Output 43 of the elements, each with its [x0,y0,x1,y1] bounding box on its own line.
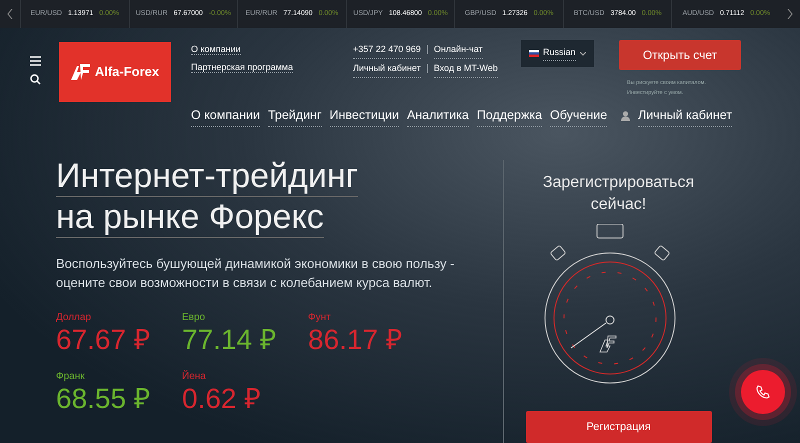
top-link[interactable]: О компании [191,44,241,55]
open-account-button[interactable]: Открыть счет [619,40,741,70]
nav-link[interactable]: Трейдинг [268,106,322,127]
search-icon[interactable] [30,74,41,85]
menu-icon[interactable] [30,56,41,66]
contact-link[interactable]: Личный кабинет [353,59,421,78]
rate-value: 68.55 ₽ [56,384,151,414]
flag-icon [529,50,539,57]
register-heading: Зарегистрироваться сейчас! [542,173,696,215]
rate-value: 67.67 ₽ [56,325,151,355]
rate-value: 0.62 ₽ [182,384,262,414]
nav-link[interactable]: О компании [191,106,260,127]
caret-icon [580,52,586,56]
call-button[interactable] [741,370,785,414]
chevron-left-icon[interactable] [7,9,13,19]
rate-name: Франк [56,370,86,384]
nav-link[interactable]: Поддержка [476,106,542,127]
hero-title: на рынке Форекс [56,197,324,238]
contact-link[interactable]: +357 22 470 969 [353,40,421,59]
logo-text: Alfa-Forex [94,63,160,82]
rate-name: Фунт [308,311,332,325]
account-link[interactable]: Личный кабинет [638,106,732,127]
language-selector[interactable]: Russian [521,40,594,67]
contact-link[interactable]: Вход в MT-Web [434,59,498,78]
rate-value: 77.14 ₽ [182,325,277,355]
nav-link[interactable]: Аналитика [406,106,469,127]
logo-mark-icon [70,64,91,80]
language-label: Russian [543,46,576,61]
hero-subtitle: Воспользуйтесь бушующей динамикой экономики в свою пользу - оцените свои возможности в связи с колебанием курса валют. [56,255,456,292]
rate-name: Йена [182,369,207,384]
chevron-right-icon[interactable] [787,9,794,19]
contact-link[interactable]: Онлайн-чат [434,40,483,59]
hero-title: Интернет-трейдинг [56,156,358,197]
nav-link[interactable]: Инвестиции [330,106,399,127]
register-button[interactable]: Регистрация [526,411,712,443]
user-icon [621,111,630,122]
rate-name: Евро [182,311,206,325]
top-link[interactable]: Партнерская программа [191,62,293,73]
rate-value: 86.17 ₽ [308,325,403,355]
phone-icon [755,384,771,400]
logo[interactable]: Alfa-Forex [59,42,171,102]
nav-link[interactable]: Обучение [550,106,608,127]
rate-name: Доллар [56,311,92,325]
